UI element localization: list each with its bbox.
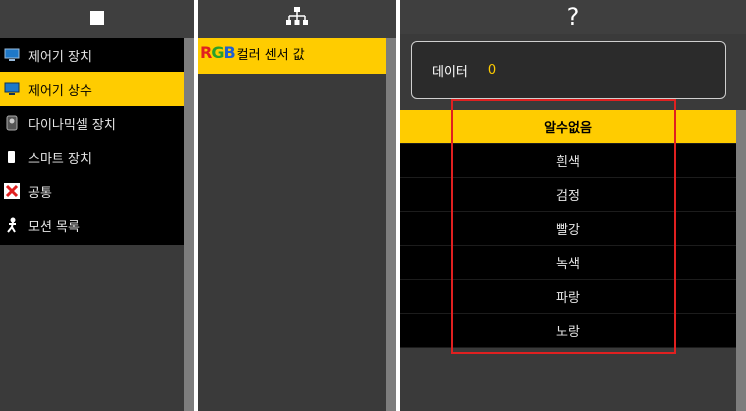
menu-item-controller-device[interactable]: 제어기 장치 — [0, 38, 184, 72]
list-item-color-sensor-value[interactable]: RGB 컬러 센서 값 — [198, 38, 386, 74]
hierarchy-icon[interactable] — [286, 7, 308, 31]
question-icon[interactable]: ? — [567, 5, 580, 29]
menu-item-common[interactable]: 공통 — [0, 174, 184, 208]
menu-item-label: 제어기 상수 — [28, 83, 92, 99]
value-scrollbar[interactable] — [736, 110, 746, 411]
menu-item-label: 다이나믹셀 장치 — [28, 117, 116, 133]
menu-item-label: 제어기 장치 — [28, 49, 92, 65]
option-yellow[interactable]: 노랑 — [400, 314, 736, 348]
menu-item-label: 모션 목록 — [28, 219, 80, 235]
smart-device-icon — [4, 149, 20, 165]
menu-item-motion-list[interactable]: 모션 목록 — [0, 208, 184, 242]
menu-item-label: 공통 — [28, 185, 52, 201]
option-green[interactable]: 녹색 — [400, 246, 736, 280]
item-panel-header — [198, 0, 396, 38]
monitor-icon — [4, 47, 20, 63]
item-list: RGB 컬러 센서 값 — [198, 38, 386, 74]
option-red[interactable]: 빨강 — [400, 212, 736, 246]
rgb-badge-icon: RGB — [200, 43, 236, 62]
category-scrollbar[interactable] — [184, 38, 194, 411]
option-white[interactable]: 흰색 — [400, 144, 736, 178]
value-panel: ? 데이터 0 알수없음 흰색 검정 빨강 녹색 파랑 노랑 — [400, 0, 746, 411]
menu-item-smart-device[interactable]: 스마트 장치 — [0, 140, 184, 174]
option-black[interactable]: 검정 — [400, 178, 736, 212]
category-panel: 제어기 장치 제어기 상수 다이나믹셀 장치 스마트 장치 공통 모션 목록 — [0, 0, 194, 411]
motion-icon — [4, 217, 20, 233]
value-panel-header: ? — [400, 0, 746, 34]
category-menu: 제어기 장치 제어기 상수 다이나믹셀 장치 스마트 장치 공통 모션 목록 — [0, 38, 184, 245]
item-panel: RGB 컬러 센서 값 — [198, 0, 396, 411]
data-value: 0 — [487, 62, 497, 78]
data-label: 데이터 — [432, 64, 468, 80]
color-option-list: 알수없음 흰색 검정 빨강 녹색 파랑 노랑 — [400, 110, 736, 348]
common-x-icon — [4, 183, 20, 199]
menu-item-label: 스마트 장치 — [28, 151, 92, 167]
monitor-icon — [4, 81, 20, 97]
option-unknown[interactable]: 알수없음 — [400, 110, 736, 144]
servo-icon — [4, 115, 20, 131]
data-display: 데이터 0 — [411, 41, 726, 99]
item-scrollbar[interactable] — [386, 38, 396, 411]
stop-square-icon[interactable] — [90, 10, 104, 29]
menu-item-dynamixel-device[interactable]: 다이나믹셀 장치 — [0, 106, 184, 140]
menu-item-controller-constant[interactable]: 제어기 상수 — [0, 72, 184, 106]
category-panel-header — [0, 0, 194, 38]
app-root: 제어기 장치 제어기 상수 다이나믹셀 장치 스마트 장치 공통 모션 목록 R… — [0, 0, 746, 411]
list-item-label: 컬러 센서 값 — [236, 48, 305, 63]
option-blue[interactable]: 파랑 — [400, 280, 736, 314]
